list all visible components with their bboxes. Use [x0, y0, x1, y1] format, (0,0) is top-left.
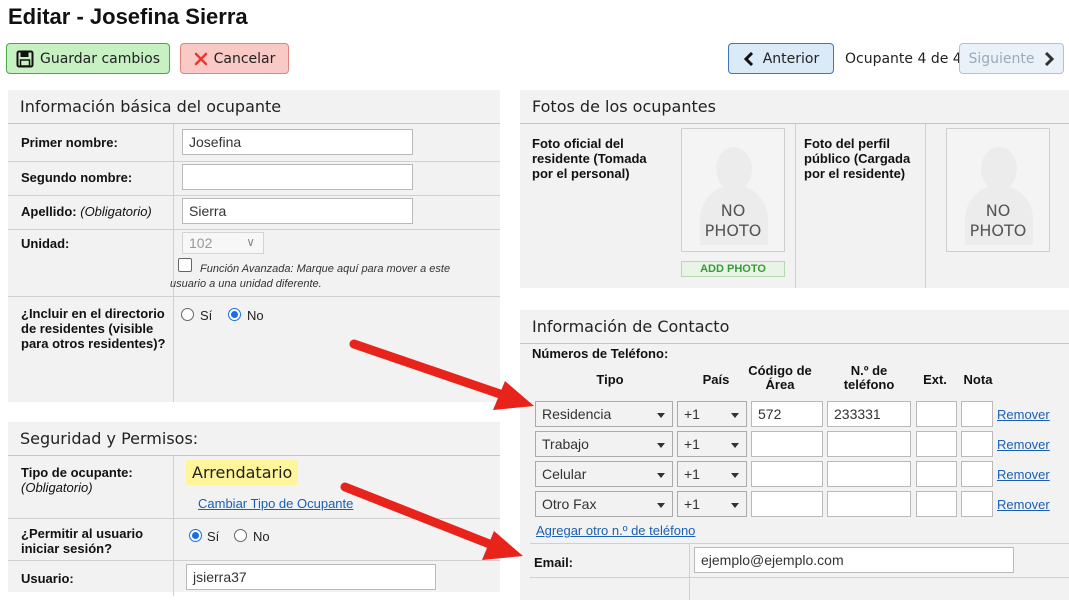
- arrow-to-phone-row: [349, 339, 534, 410]
- annotation-arrows: [340, 339, 534, 560]
- arrow-to-email: [340, 482, 523, 560]
